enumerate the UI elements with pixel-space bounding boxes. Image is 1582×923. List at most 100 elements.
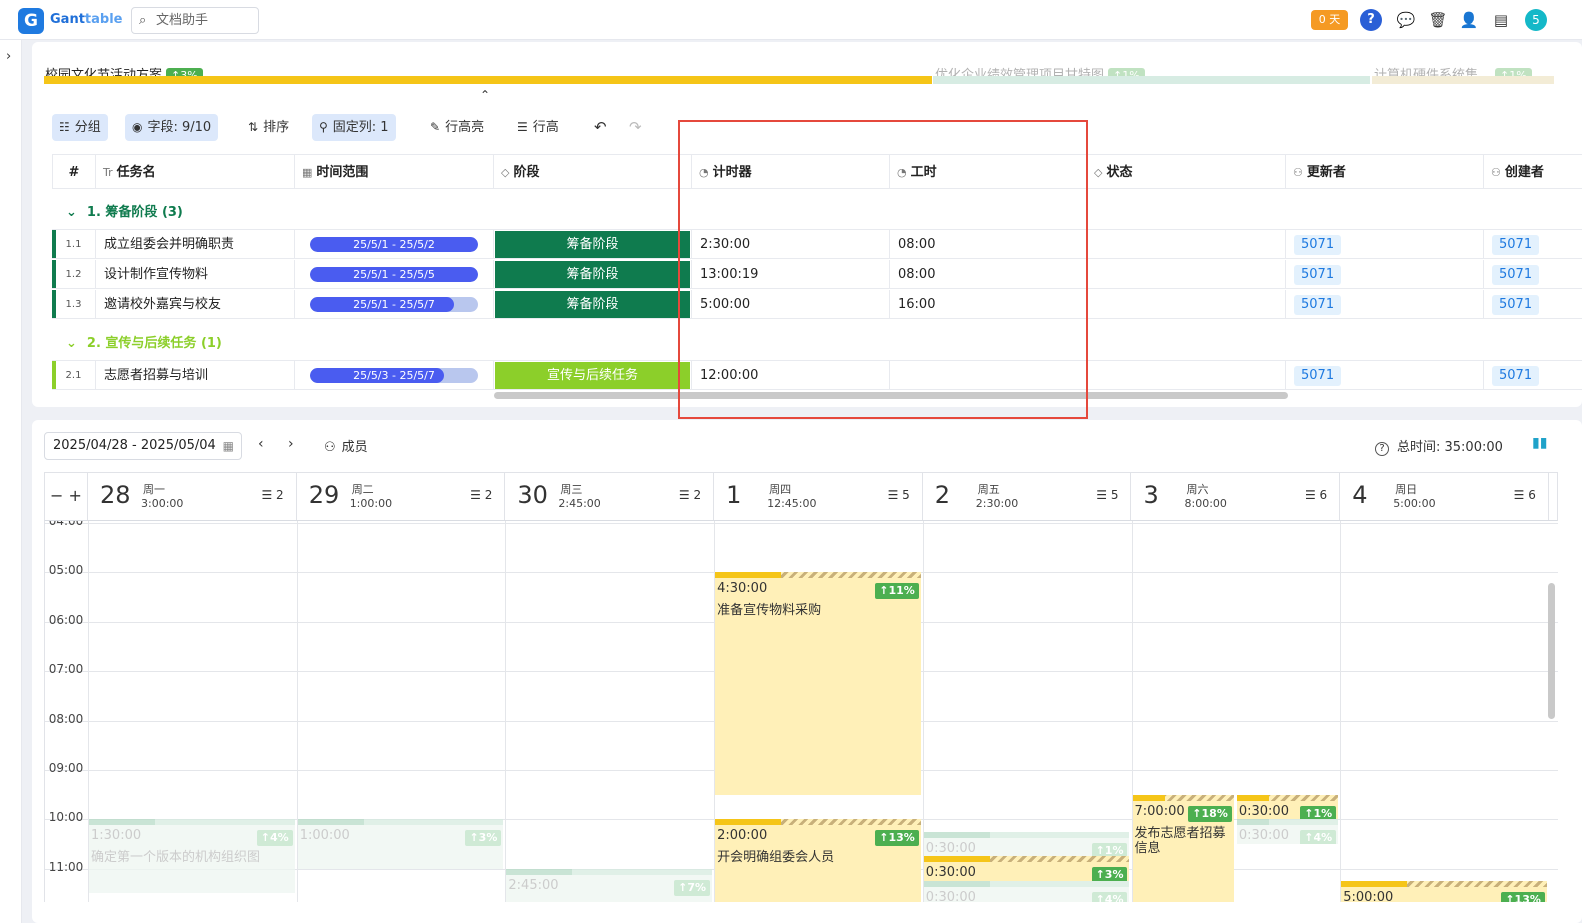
cell-creator[interactable]: 5071 xyxy=(1484,290,1582,319)
expand-sidebar-icon[interactable]: › xyxy=(6,49,11,64)
day-task-count[interactable]: ☰ 2 xyxy=(679,488,701,502)
chart-icon[interactable]: ▮▮ xyxy=(1532,435,1547,451)
redo-icon[interactable]: ↷ xyxy=(622,114,649,141)
group-header[interactable]: ⌄ 1. 筹备阶段 (3) xyxy=(66,201,183,220)
day-task-count[interactable]: ☰ 6 xyxy=(1514,488,1536,502)
user-tag[interactable]: 5071 xyxy=(1492,366,1540,386)
col-header-status[interactable]: ◇ 状态 xyxy=(1087,154,1286,189)
day-task-count[interactable]: ☰ 5 xyxy=(1096,488,1118,502)
calendar-event[interactable]: 0:30:00 ↑1% xyxy=(1236,794,1339,820)
app-logo[interactable]: G xyxy=(18,8,44,34)
cell-no[interactable]: 1.2 xyxy=(52,260,96,289)
cell-range[interactable]: 25/5/3 - 25/5/7 xyxy=(295,361,494,390)
calendar-event[interactable]: 0:30:00 ↑4% xyxy=(1236,819,1339,845)
day-task-count[interactable]: ☰ 5 xyxy=(888,488,910,502)
date-range-picker[interactable]: 2025/04/28 - 2025/05/04 ▦ xyxy=(44,432,242,460)
cell-status[interactable] xyxy=(1087,230,1286,259)
question-icon[interactable]: ? xyxy=(1375,442,1389,456)
user-tag[interactable]: 5071 xyxy=(1294,366,1342,386)
row-height-button[interactable]: ☰ 行高 xyxy=(510,114,566,141)
cell-range[interactable]: 25/5/1 - 25/5/7 xyxy=(295,290,494,319)
user-tag[interactable]: 5071 xyxy=(1294,265,1342,285)
calendar-event[interactable]: 2:45:00 ↑7% xyxy=(506,868,713,902)
add-user-icon[interactable]: 👤 xyxy=(1458,9,1480,31)
calendar-event[interactable]: 7:00:00 ↑18% 发布志愿者招募信息 xyxy=(1132,794,1234,902)
search-input[interactable]: ⌕ 文档助手 xyxy=(131,7,259,34)
cell-stage[interactable]: 筹备阶段 xyxy=(494,290,692,319)
document-icon[interactable]: ▤ xyxy=(1490,9,1512,31)
day-header[interactable]: 4 周日 5:00:00 ☰ 6 xyxy=(1340,473,1549,520)
user-tag[interactable]: 5071 xyxy=(1492,265,1540,285)
day-header[interactable]: 1 周四 12:45:00 ☰ 5 xyxy=(714,473,923,520)
chat-icon[interactable]: 💬 xyxy=(1395,9,1417,31)
vertical-scrollbar[interactable] xyxy=(1548,583,1555,719)
calendar-event[interactable]: 5:00:00 ↑13% xyxy=(1341,881,1547,902)
day-header[interactable]: 30 周三 2:45:00 ☰ 2 xyxy=(505,473,715,520)
row-highlight-button[interactable]: ✎ 行高亮 xyxy=(423,114,491,141)
cell-task[interactable]: 成立组委会并明确职责 xyxy=(96,230,295,259)
collapse-caret-icon[interactable]: ⌃ xyxy=(480,88,490,102)
calendar-event[interactable]: 4:30:00 ↑11% 准备宣传物料采购 xyxy=(715,572,921,795)
col-header-updater[interactable]: ⚇ 更新者 xyxy=(1286,154,1484,189)
cell-updater[interactable]: 5071 xyxy=(1286,290,1484,319)
time-range-bar[interactable]: 25/5/1 - 25/5/7 xyxy=(310,297,478,312)
fields-button[interactable]: ◉ 字段: 9/10 xyxy=(125,114,219,141)
calendar-event[interactable]: 1:30:00 ↑4% 确定第一个版本的机构组织图 xyxy=(89,819,295,894)
group-button[interactable]: ☷ 分组 xyxy=(52,114,108,141)
cell-no[interactable]: 1.1 xyxy=(52,230,96,259)
trash-icon[interactable]: 🗑 xyxy=(1427,9,1449,31)
calendar-event[interactable]: 0:30:00 ↑4% xyxy=(923,881,1130,902)
stage-chip[interactable]: 宣传与后续任务 xyxy=(495,362,690,389)
days-badge[interactable]: 0 天 xyxy=(1311,10,1348,30)
calendar-event[interactable]: 0:30:00 ↑3% xyxy=(923,856,1130,882)
user-tag[interactable]: 5071 xyxy=(1294,295,1342,315)
user-tag[interactable]: 5071 xyxy=(1492,295,1540,315)
cell-status[interactable] xyxy=(1087,290,1286,319)
cell-updater[interactable]: 5071 xyxy=(1286,230,1484,259)
time-range-bar[interactable]: 25/5/1 - 25/5/5 xyxy=(310,267,478,282)
calendar-event[interactable]: 0:30:00 ↑1% xyxy=(923,831,1130,857)
stage-chip[interactable]: 筹备阶段 xyxy=(495,231,690,258)
cell-task[interactable]: 邀请校外嘉宾与校友 xyxy=(96,290,295,319)
zoom-controls[interactable]: − + xyxy=(45,473,88,520)
col-header-creator[interactable]: ⚇ 创建者 xyxy=(1484,154,1582,189)
stage-chip[interactable]: 筹备阶段 xyxy=(495,291,690,318)
cell-task[interactable]: 志愿者招募与培训 xyxy=(96,361,295,390)
time-range-bar[interactable]: 25/5/3 - 25/5/7 xyxy=(310,368,478,383)
cell-updater[interactable]: 5071 xyxy=(1286,361,1484,390)
day-task-count[interactable]: ☰ 6 xyxy=(1305,488,1327,502)
member-filter[interactable]: ⚇ 成员 xyxy=(324,436,368,455)
cell-updater[interactable]: 5071 xyxy=(1286,260,1484,289)
cell-creator[interactable]: 5071 xyxy=(1484,260,1582,289)
cell-status[interactable] xyxy=(1087,361,1286,390)
day-header[interactable]: 28 周一 3:00:00 ☰ 2 xyxy=(88,473,297,520)
cell-stage[interactable]: 宣传与后续任务 xyxy=(494,361,692,390)
prev-week-icon[interactable]: ‹ xyxy=(258,436,264,452)
cell-stage[interactable]: 筹备阶段 xyxy=(494,260,692,289)
col-header-range[interactable]: ▦ 时间范围 xyxy=(295,154,494,189)
cell-range[interactable]: 25/5/1 - 25/5/2 xyxy=(295,230,494,259)
day-task-count[interactable]: ☰ 2 xyxy=(470,488,492,502)
avatar[interactable]: 5 xyxy=(1525,9,1547,31)
undo-icon[interactable]: ↶ xyxy=(587,114,614,141)
cell-no[interactable]: 1.3 xyxy=(52,290,96,319)
user-tag[interactable]: 5071 xyxy=(1294,235,1342,255)
stage-chip[interactable]: 筹备阶段 xyxy=(495,261,690,288)
col-header-task[interactable]: Tr 任务名 xyxy=(96,154,295,189)
calendar-event[interactable]: 2:00:00 ↑13% 开会明确组委会人员 xyxy=(715,819,921,902)
time-range-bar[interactable]: 25/5/1 - 25/5/2 xyxy=(310,237,478,252)
day-task-count[interactable]: ☰ 2 xyxy=(261,488,283,502)
next-week-icon[interactable]: › xyxy=(288,436,294,452)
sort-button[interactable]: ⇅ 排序 xyxy=(241,114,296,141)
calendar-event[interactable]: 1:00:00 ↑3% xyxy=(297,819,504,869)
cell-creator[interactable]: 5071 xyxy=(1484,230,1582,259)
cell-task[interactable]: 设计制作宣传物料 xyxy=(96,260,295,289)
cell-no[interactable]: 2.1 xyxy=(52,361,96,390)
help-icon[interactable]: ? xyxy=(1360,9,1382,31)
day-header[interactable]: 2 周五 2:30:00 ☰ 5 xyxy=(923,473,1132,520)
cell-stage[interactable]: 筹备阶段 xyxy=(494,230,692,259)
cell-creator[interactable]: 5071 xyxy=(1484,361,1582,390)
col-header-stage[interactable]: ◇ 阶段 xyxy=(494,154,692,189)
cell-status[interactable] xyxy=(1087,260,1286,289)
group-header[interactable]: ⌄ 2. 宣传与后续任务 (1) xyxy=(66,332,222,351)
